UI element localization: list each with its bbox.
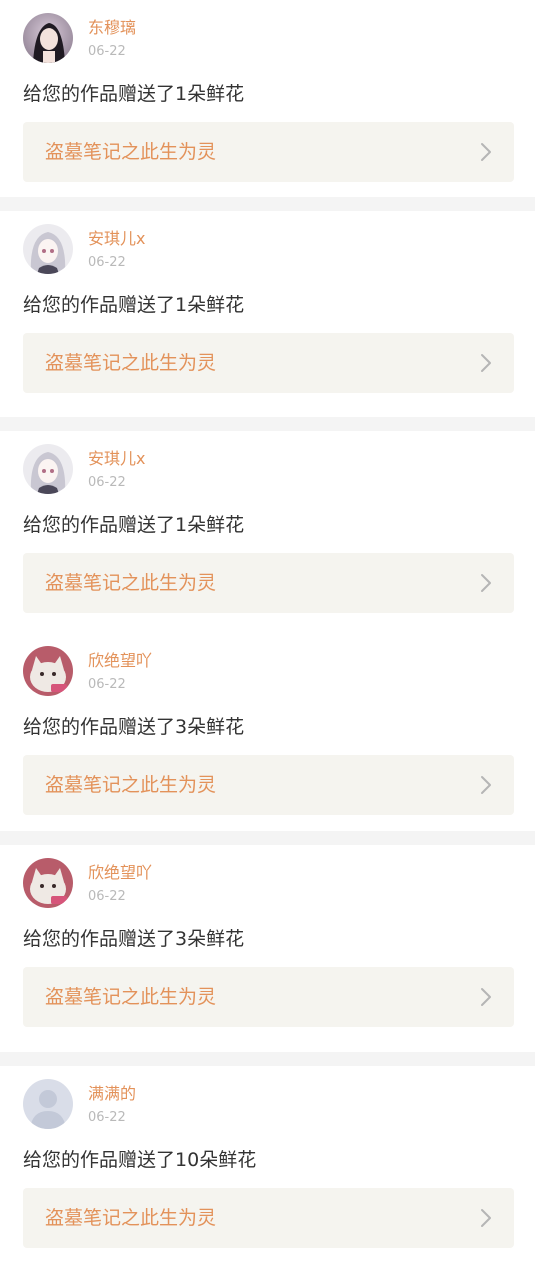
username[interactable]: 欣绝望吖 [88,651,152,671]
username[interactable]: 东穆璃 [88,18,136,38]
work-title: 盗墓笔记之此生为灵 [45,1207,217,1229]
message-suffix: 朵鲜花 [187,928,245,950]
work-title: 盗墓笔记之此生为灵 [45,986,217,1008]
avatar[interactable] [23,646,73,696]
avatar[interactable] [23,858,73,908]
timestamp: 06-22 [88,677,126,692]
notification-card: 欣绝望吖 06-22 给您的作品赠送了3朵鲜花 盗墓笔记之此生为灵 [0,845,535,1052]
avatar[interactable] [23,444,73,494]
flower-count: 10 [175,1149,200,1171]
gift-message: 给您的作品赠送了10朵鲜花 [23,1148,256,1172]
notification-card: 安琪儿x 06-22 给您的作品赠送了1朵鲜花 盗墓笔记之此生为灵 [0,431,535,633]
timestamp: 06-22 [88,44,126,59]
work-link-card[interactable]: 盗墓笔记之此生为灵 [23,333,514,393]
flower-count: 1 [175,83,188,105]
chevron-right-icon [481,1209,491,1227]
message-suffix: 朵鲜花 [187,716,245,738]
chevron-right-icon [481,354,491,372]
flower-count: 3 [175,928,188,950]
gift-message: 给您的作品赠送了3朵鲜花 [23,927,244,951]
work-title: 盗墓笔记之此生为灵 [45,774,217,796]
notification-card: 欣绝望吖 06-22 给您的作品赠送了3朵鲜花 盗墓笔记之此生为灵 [0,633,535,831]
flower-count: 1 [175,514,188,536]
card-divider [0,1052,535,1066]
notification-card: 安琪儿x 06-22 给您的作品赠送了1朵鲜花 盗墓笔记之此生为灵 [0,211,535,417]
notification-card: 东穆璃 06-22 给您的作品赠送了1朵鲜花 盗墓笔记之此生为灵 [0,0,535,197]
flower-count: 3 [175,716,188,738]
message-prefix: 给您的作品赠送了 [23,928,176,950]
message-suffix: 朵鲜花 [187,514,245,536]
work-title: 盗墓笔记之此生为灵 [45,572,217,594]
gift-message: 给您的作品赠送了1朵鲜花 [23,82,244,106]
message-prefix: 给您的作品赠送了 [23,294,176,316]
avatar[interactable] [23,224,73,274]
timestamp: 06-22 [88,1110,126,1125]
message-suffix: 朵鲜花 [187,294,245,316]
gift-message: 给您的作品赠送了1朵鲜花 [23,293,244,317]
work-link-card[interactable]: 盗墓笔记之此生为灵 [23,1188,514,1248]
notification-feed: 东穆璃 06-22 给您的作品赠送了1朵鲜花 盗墓笔记之此生为灵 安琪儿x 06… [0,0,535,1280]
message-prefix: 给您的作品赠送了 [23,83,176,105]
work-link-card[interactable]: 盗墓笔记之此生为灵 [23,553,514,613]
avatar[interactable] [23,13,73,63]
work-title: 盗墓笔记之此生为灵 [45,141,217,163]
notification-card: 满满的 06-22 给您的作品赠送了10朵鲜花 盗墓笔记之此生为灵 [0,1066,535,1280]
work-link-card[interactable]: 盗墓笔记之此生为灵 [23,755,514,815]
card-divider [0,417,535,431]
message-prefix: 给您的作品赠送了 [23,514,176,536]
flower-count: 1 [175,294,188,316]
card-divider [0,831,535,845]
message-suffix: 朵鲜花 [199,1149,257,1171]
username[interactable]: 安琪儿x [88,449,145,469]
timestamp: 06-22 [88,889,126,904]
card-divider [0,197,535,211]
work-link-card[interactable]: 盗墓笔记之此生为灵 [23,967,514,1027]
chevron-right-icon [481,988,491,1006]
message-prefix: 给您的作品赠送了 [23,1149,176,1171]
username[interactable]: 欣绝望吖 [88,863,152,883]
chevron-right-icon [481,574,491,592]
username[interactable]: 安琪儿x [88,229,145,249]
avatar[interactable] [23,1079,73,1129]
work-link-card[interactable]: 盗墓笔记之此生为灵 [23,122,514,182]
timestamp: 06-22 [88,475,126,490]
message-suffix: 朵鲜花 [187,83,245,105]
gift-message: 给您的作品赠送了1朵鲜花 [23,513,244,537]
work-title: 盗墓笔记之此生为灵 [45,352,217,374]
timestamp: 06-22 [88,255,126,270]
chevron-right-icon [481,776,491,794]
username[interactable]: 满满的 [88,1084,136,1104]
message-prefix: 给您的作品赠送了 [23,716,176,738]
chevron-right-icon [481,143,491,161]
gift-message: 给您的作品赠送了3朵鲜花 [23,715,244,739]
